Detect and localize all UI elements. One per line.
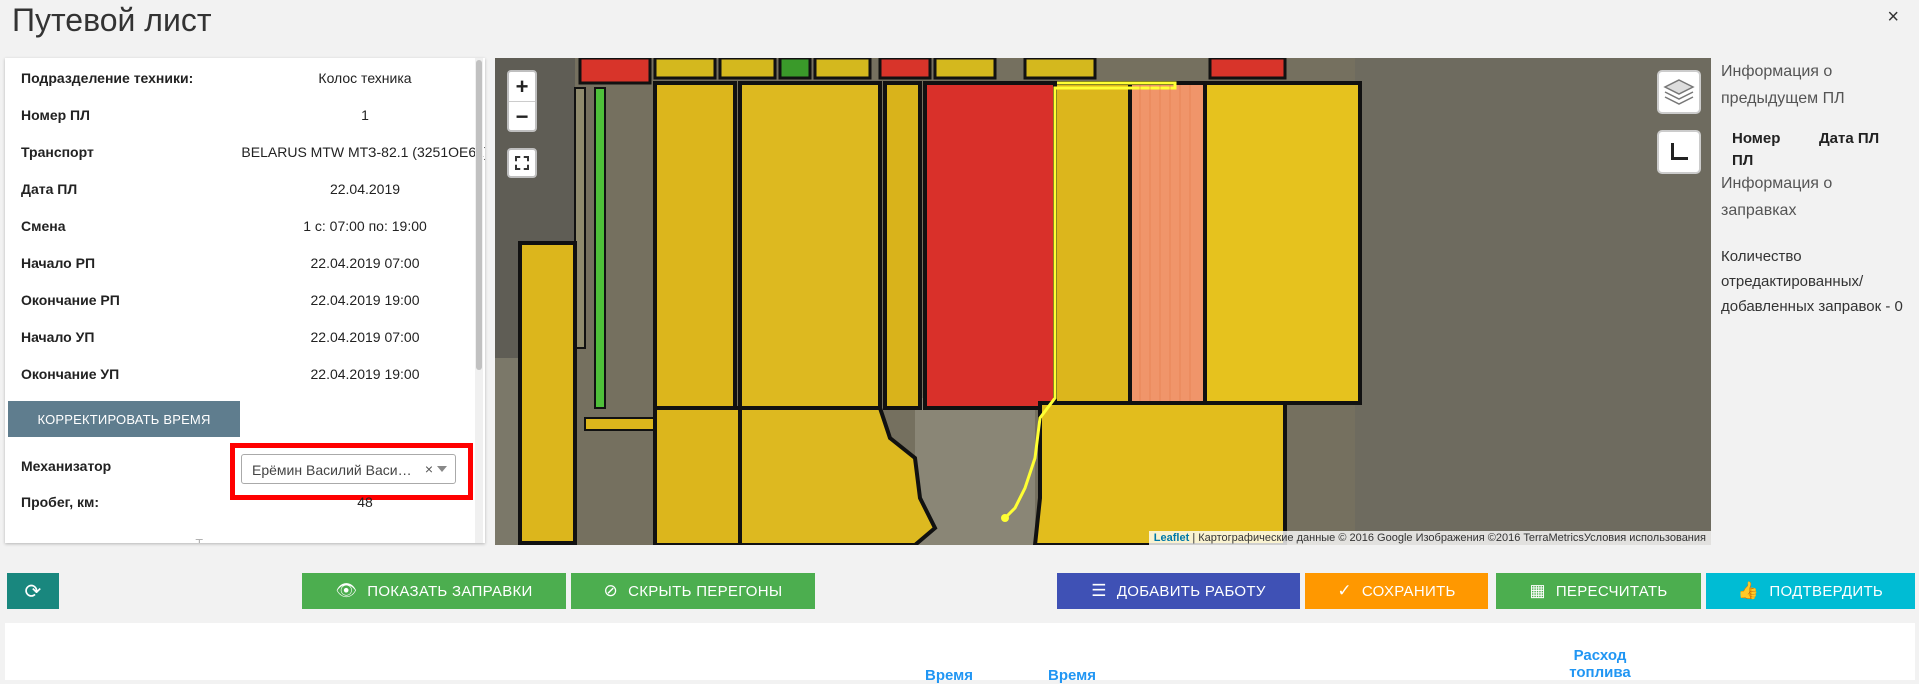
scrollbar-thumb[interactable]: [476, 60, 482, 370]
hide-transfers-button[interactable]: ⊘ СКРЫТЬ ПЕРЕГОНЫ: [571, 573, 815, 609]
draw-tool-button[interactable]: [1657, 130, 1701, 174]
edited-refuels-count: Количество отредактированных/ добавленны…: [1721, 248, 1903, 315]
clear-icon[interactable]: ×: [425, 461, 433, 477]
info-row-division: Подразделение техники: Колос техника: [15, 62, 475, 92]
info-value: BELARUS MTW МТЗ-82.1 (3251OE61): [241, 144, 485, 160]
show-refuels-button[interactable]: 👁 ПОКАЗАТЬ ЗАПРАВКИ: [302, 573, 566, 609]
info-value: 22.04.2019 07:00: [310, 255, 420, 271]
mileage-label: Пробег, км:: [21, 494, 100, 510]
info-label: Смена: [21, 218, 66, 234]
info-label: Номер ПЛ: [21, 107, 90, 123]
info-row-shift: Смена 1 с: 07:00 по: 19:00: [15, 210, 475, 240]
prev-waybill-table-header: Номер ПЛ Дата ПЛ: [1721, 120, 1911, 169]
map-attribution: Leaflet | Картографические данные © 2016…: [1148, 531, 1711, 545]
check-icon: ✓: [1337, 581, 1352, 600]
mileage-value: 48: [357, 494, 373, 510]
right-info-panel: Информация о предыдущем ПЛ Номер ПЛ Дата…: [1721, 58, 1911, 319]
info-row-transport: Транспорт BELARUS MTW МТЗ-82.1 (3251OE61…: [15, 136, 485, 166]
mechanic-select[interactable]: Ерёмин Василий Васи… ×: [241, 454, 456, 484]
confirm-label: ПОДТВЕРДИТЬ: [1769, 582, 1884, 600]
col-time-1[interactable]: Время: [925, 667, 973, 684]
eye-slash-icon: ⊘: [603, 581, 619, 600]
info-label: Дата ПЛ: [21, 181, 78, 197]
mechanic-select-value: Ерёмин Василий Васи…: [252, 462, 412, 478]
attribution-text: | Картографические данные © 2016 Google …: [1189, 532, 1706, 544]
close-icon[interactable]: ×: [1887, 6, 1899, 29]
list-icon: ☰: [1091, 581, 1107, 600]
fullscreen-button[interactable]: [507, 148, 537, 178]
info-row-number: Номер ПЛ 1: [15, 99, 475, 129]
col-number: Номер ПЛ: [1732, 130, 1781, 169]
info-value: Колос техника: [318, 70, 412, 86]
info-label: Транспорт: [21, 144, 94, 160]
calculator-icon: ▦: [1529, 581, 1546, 600]
refuel-heading: Информация о заправках: [1721, 175, 1833, 219]
zoom-in-button[interactable]: +: [509, 72, 535, 102]
info-value: 22.04.2019 19:00: [310, 366, 420, 382]
prev-waybill-heading: Информация о предыдущем ПЛ: [1721, 63, 1845, 107]
save-label: СОХРАНИТЬ: [1361, 582, 1456, 600]
info-label: Начало УП: [21, 329, 95, 345]
works-table: Время Время Расход топлива: [5, 623, 1915, 684]
fullscreen-icon: [515, 156, 529, 170]
info-row-acc-end: Окончание УП 22.04.2019 19:00: [15, 358, 475, 388]
thumbs-up-icon: 👍: [1737, 581, 1760, 600]
info-value: 1 с: 07:00 по: 19:00: [303, 218, 427, 234]
info-row-acc-start: Начало УП 22.04.2019 07:00: [15, 321, 475, 351]
info-label: Подразделение техники:: [21, 70, 194, 86]
chevron-down-icon[interactable]: [437, 466, 447, 472]
zoom-out-button[interactable]: −: [509, 102, 535, 131]
col-fuel-line2: топлива: [1569, 664, 1631, 681]
info-value: 1: [361, 107, 369, 123]
mechanic-label: Механизатор: [21, 458, 112, 474]
hide-transfers-label: СКРЫТЬ ПЕРЕГОНЫ: [628, 582, 783, 600]
info-row-work-start: Начало РП 22.04.2019 07:00: [15, 247, 475, 277]
col-date: Дата ПЛ: [1819, 130, 1880, 147]
track-button[interactable]: ⟳: [7, 573, 59, 609]
layers-button[interactable]: [1657, 70, 1701, 114]
col-fuel[interactable]: Расход топлива: [1560, 647, 1640, 681]
info-label: Окончание РП: [21, 292, 120, 308]
recalc-label: ПЕРЕСЧИТАТЬ: [1555, 582, 1668, 600]
info-row-date: Дата ПЛ 22.04.2019: [15, 173, 475, 203]
route-icon: ⟳: [24, 580, 42, 603]
save-button[interactable]: ✓ СОХРАНИТЬ: [1305, 573, 1488, 609]
leaflet-link[interactable]: Leaflet: [1154, 532, 1189, 544]
info-value: 22.04.2019 19:00: [310, 292, 420, 308]
recalc-button[interactable]: ▦ ПЕРЕСЧИТАТЬ: [1496, 573, 1701, 609]
info-label: Начало РП: [21, 255, 96, 271]
map-view[interactable]: + − Leaflet | Картографические данные © …: [495, 58, 1711, 545]
text-cursor-icon: ⌶: [195, 536, 203, 543]
scrollbar[interactable]: [475, 58, 483, 543]
add-work-label: ДОБАВИТЬ РАБОТУ: [1116, 582, 1266, 600]
eye-icon: 👁: [335, 581, 358, 600]
zoom-control: + −: [507, 70, 537, 132]
crop-icon: [1671, 143, 1688, 160]
info-row-mileage: Пробег, км: 48: [15, 486, 475, 516]
waybill-info-panel: Подразделение техники: Колос техника Ном…: [5, 58, 485, 543]
confirm-button[interactable]: 👍 ПОДТВЕРДИТЬ: [1706, 573, 1915, 609]
info-row-work-end: Окончание РП 22.04.2019 19:00: [15, 284, 475, 314]
info-value: 22.04.2019: [329, 181, 401, 197]
col-time-2[interactable]: Время: [1048, 667, 1096, 684]
map-imagery: [495, 58, 1711, 545]
page-title: Путевой лист: [12, 2, 212, 38]
show-refuels-label: ПОКАЗАТЬ ЗАПРАВКИ: [367, 582, 533, 600]
info-label: Окончание УП: [21, 366, 120, 382]
add-work-button[interactable]: ☰ ДОБАВИТЬ РАБОТУ: [1057, 573, 1300, 609]
correct-time-button[interactable]: КОРРЕКТИРОВАТЬ ВРЕМЯ: [8, 401, 240, 437]
layers-icon: [1663, 79, 1695, 105]
info-value: 22.04.2019 07:00: [310, 329, 420, 345]
col-fuel-line1: Расход: [1573, 647, 1627, 664]
